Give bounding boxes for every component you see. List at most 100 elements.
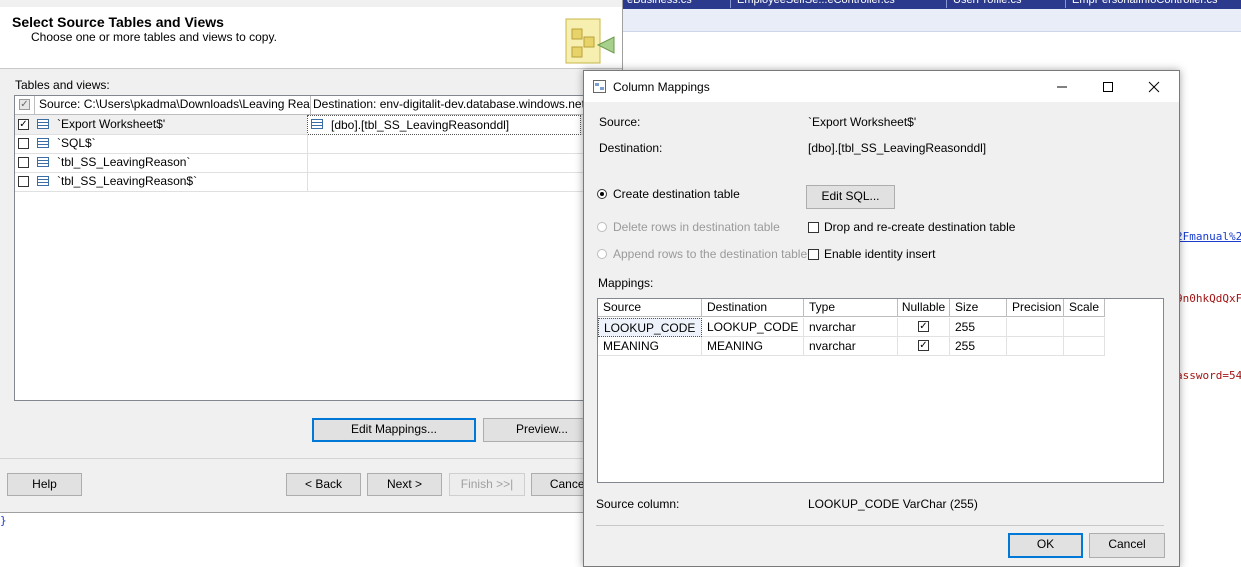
destination-value: [dbo].[tbl_SS_LeavingReasonddl] [808,141,987,155]
ok-button[interactable]: OK [1008,533,1083,558]
cell-precision[interactable] [1007,337,1064,356]
row-source: `Export Worksheet$' [57,117,166,131]
select-all-checkbox[interactable]: ✓ [19,99,30,110]
enable-identity-checkbox[interactable] [808,249,819,260]
column-header-source[interactable]: Source: C:\Users\pkadma\Downloads\Leavin… [34,96,311,114]
next-button[interactable]: Next > [367,473,442,496]
row-checkbox[interactable]: ✓ [18,119,29,130]
delete-rows-radio[interactable] [597,222,607,232]
ide-tab[interactable]: EmployeeSelfSe...eController.cs [730,0,945,8]
cell-precision[interactable] [1007,318,1064,337]
close-icon[interactable] [1146,79,1162,95]
ide-toolbar-strip [620,9,1241,32]
table-row[interactable]: `tbl_SS_LeavingReason$` [15,172,595,192]
cell-type[interactable]: nvarchar [804,318,898,337]
source-label: Source: [599,115,641,129]
row-checkbox[interactable] [18,157,29,168]
edit-sql-button[interactable]: Edit SQL... [806,185,895,209]
code-brace: } [0,514,7,527]
append-rows-label[interactable]: Append rows to the destination table [613,247,807,261]
row-source: `tbl_SS_LeavingReason` [57,155,191,169]
cell-destination[interactable]: MEANING [702,337,804,356]
wizard-header: Select Source Tables and Views Choose on… [0,7,622,69]
cell-destination[interactable]: LOOKUP_CODE [702,318,804,337]
page-title: Select Source Tables and Views [12,14,224,30]
source-column-label: Source column: [596,497,680,511]
cell-nullable[interactable]: ✓ [898,337,950,356]
source-column-value: LOOKUP_CODE VarChar (255) [808,497,978,511]
cell-scale[interactable] [1064,318,1105,337]
column-mappings-dialog: Column Mappings Source: `Export Workshee… [583,70,1180,567]
nullable-checkbox[interactable]: ✓ [918,340,929,351]
wizard-logo-icon [560,15,616,67]
table-icon [37,176,49,186]
maximize-icon[interactable] [1100,79,1116,95]
minimize-icon[interactable] [1054,79,1070,95]
dialog-titlebar: Column Mappings [584,71,1179,102]
table-icon [37,119,49,129]
column-header-destination[interactable]: Destination [702,299,804,317]
help-button[interactable]: Help [7,473,82,496]
ide-tab[interactable]: EmpPersonalInfoController.cs [1065,0,1241,8]
dialog-app-icon [593,80,606,93]
divider [596,525,1164,526]
divider [0,458,622,459]
nullable-checkbox[interactable]: ✓ [918,321,929,332]
cell-source[interactable]: MEANING [598,337,702,356]
row-source: `tbl_SS_LeavingReason$` [57,174,198,188]
mappings-label: Mappings: [598,276,654,290]
row-divider [307,153,308,172]
drop-recreate-label[interactable]: Drop and re-create destination table [824,220,1015,234]
column-header-size[interactable]: Size [950,299,1007,317]
row-divider [307,172,308,191]
table-row[interactable]: `SQL$` [15,134,595,154]
column-header-type[interactable]: Type [804,299,898,317]
code-fragment: assword=54 [1176,369,1241,382]
grid-header: ✓ Source: C:\Users\pkadma\Downloads\Leav… [15,96,595,115]
row-checkbox[interactable] [18,176,29,187]
source-value: `Export Worksheet$' [808,115,917,129]
row-divider [307,134,308,153]
table-icon [311,119,323,129]
table-row[interactable]: ✓ `Export Worksheet$' [dbo].[tbl_SS_Leav… [15,115,595,135]
cell-source[interactable]: LOOKUP_CODE [598,318,702,337]
row-checkbox[interactable] [18,138,29,149]
page-subtitle: Choose one or more tables and views to c… [31,30,277,44]
dialog-title: Column Mappings [613,80,710,94]
back-button[interactable]: < Back [286,473,361,496]
row-destination-field[interactable]: [dbo].[tbl_SS_LeavingReasonddl] [307,115,581,135]
table-icon [37,157,49,167]
row-source: `SQL$` [57,136,96,150]
table-row[interactable]: `tbl_SS_LeavingReason` [15,153,595,173]
cancel-button[interactable]: Cancel [1089,533,1165,558]
table-icon [37,138,49,148]
tables-views-label: Tables and views: [15,78,110,92]
ide-tab[interactable]: eBusiness.cs [620,0,733,8]
column-header-precision[interactable]: Precision [1007,299,1064,317]
create-table-radio[interactable] [597,189,607,199]
cell-type[interactable]: nvarchar [804,337,898,356]
enable-identity-label[interactable]: Enable identity insert [824,247,935,261]
append-rows-radio[interactable] [597,249,607,259]
drop-recreate-checkbox[interactable] [808,222,819,233]
cell-nullable[interactable]: ✓ [898,318,950,337]
ide-tab[interactable]: UserProfile.cs [946,0,1069,8]
ide-tab-strip: eBusiness.cs EmployeeSelfSe...eControlle… [620,0,1241,9]
destination-label: Destination: [599,141,663,155]
delete-rows-label[interactable]: Delete rows in destination table [613,220,780,234]
column-header-source[interactable]: Source [598,299,702,317]
cell-scale[interactable] [1064,337,1105,356]
cell-size[interactable]: 255 [950,318,1007,337]
column-header-scale[interactable]: Scale [1064,299,1105,317]
mappings-grid: Source Destination Type Nullable Size Pr… [597,298,1164,483]
column-header-nullable[interactable]: Nullable [898,299,950,317]
cell-size[interactable]: 255 [950,337,1007,356]
code-fragment: 2Fmanual%2 [1176,230,1241,243]
create-table-label[interactable]: Create destination table [613,187,740,201]
row-destination: [dbo].[tbl_SS_LeavingReasonddl] [331,118,510,132]
tables-views-grid: ✓ Source: C:\Users\pkadma\Downloads\Leav… [14,95,596,401]
finish-button[interactable]: Finish >>| [449,473,525,496]
code-fragment: 9n0hkQdQxF [1176,292,1241,305]
column-header-destination[interactable]: Destination: env-digitalit-dev.database.… [311,96,593,114]
edit-mappings-button[interactable]: Edit Mappings... [312,418,476,442]
